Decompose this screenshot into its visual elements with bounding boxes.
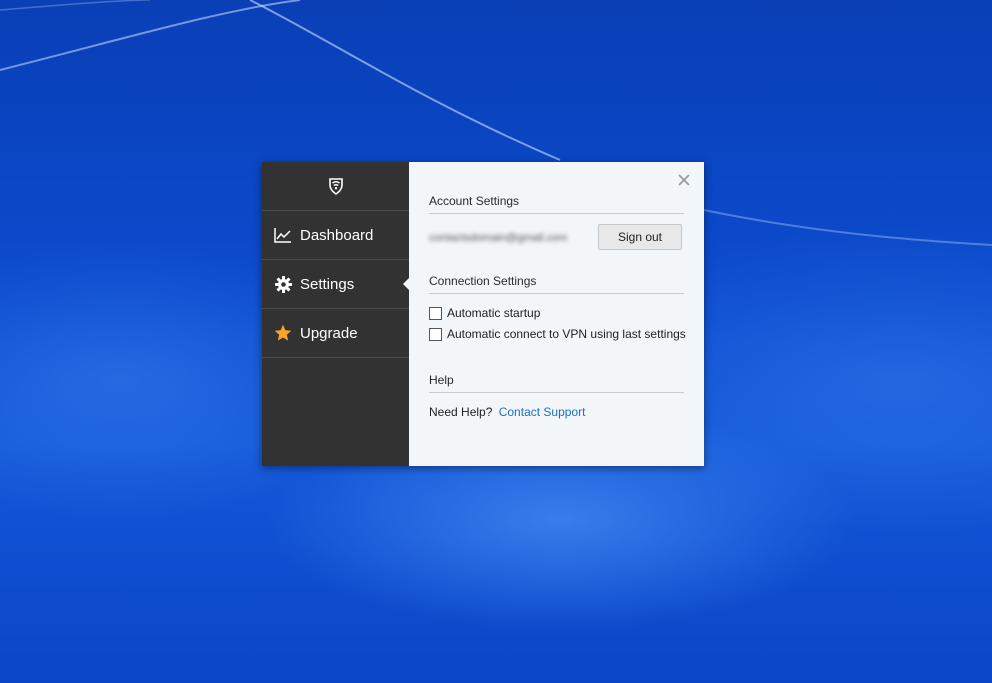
close-icon xyxy=(678,174,690,186)
sidebar-item-settings[interactable]: Settings xyxy=(262,260,409,309)
gear-icon xyxy=(274,275,292,293)
auto-connect-vpn-label: Automatic connect to VPN using last sett… xyxy=(447,327,686,341)
sidebar-item-dashboard[interactable]: Dashboard xyxy=(262,211,409,260)
automatic-startup-option[interactable]: Automatic startup xyxy=(429,306,540,320)
contact-support-link[interactable]: Contact Support xyxy=(499,405,586,419)
auto-connect-vpn-checkbox[interactable] xyxy=(429,327,442,341)
automatic-startup-checkbox[interactable] xyxy=(429,306,442,320)
close-button[interactable] xyxy=(676,172,692,188)
sidebar-item-label: Dashboard xyxy=(300,226,374,244)
chart-line-icon xyxy=(274,226,292,244)
star-icon xyxy=(274,324,292,342)
sidebar-item-upgrade[interactable]: Upgrade xyxy=(262,309,409,358)
help-title: Help xyxy=(429,373,684,393)
sidebar-item-label: Upgrade xyxy=(300,324,358,342)
automatic-startup-label: Automatic startup xyxy=(447,306,541,320)
account-email: contactsdomain@gmail.com xyxy=(429,232,568,244)
help-prompt: Need Help? xyxy=(429,405,493,419)
help-line: Need Help? Contact Support xyxy=(429,405,585,419)
sidebar: Dashboard Settings Upgrade xyxy=(262,162,409,466)
sidebar-item-label: Settings xyxy=(300,275,355,293)
auto-connect-vpn-option[interactable]: Automatic connect to VPN using last sett… xyxy=(429,327,686,341)
settings-panel: Account Settings contactsdomain@gmail.co… xyxy=(409,162,704,466)
vpn-app-window: Dashboard Settings Upgrade Account Setti… xyxy=(262,162,704,466)
sign-out-button[interactable]: Sign out xyxy=(598,224,682,250)
account-settings-title: Account Settings xyxy=(429,194,684,214)
sidebar-logo xyxy=(262,162,409,211)
shield-wifi-icon xyxy=(328,178,343,195)
connection-settings-title: Connection Settings xyxy=(429,274,684,294)
